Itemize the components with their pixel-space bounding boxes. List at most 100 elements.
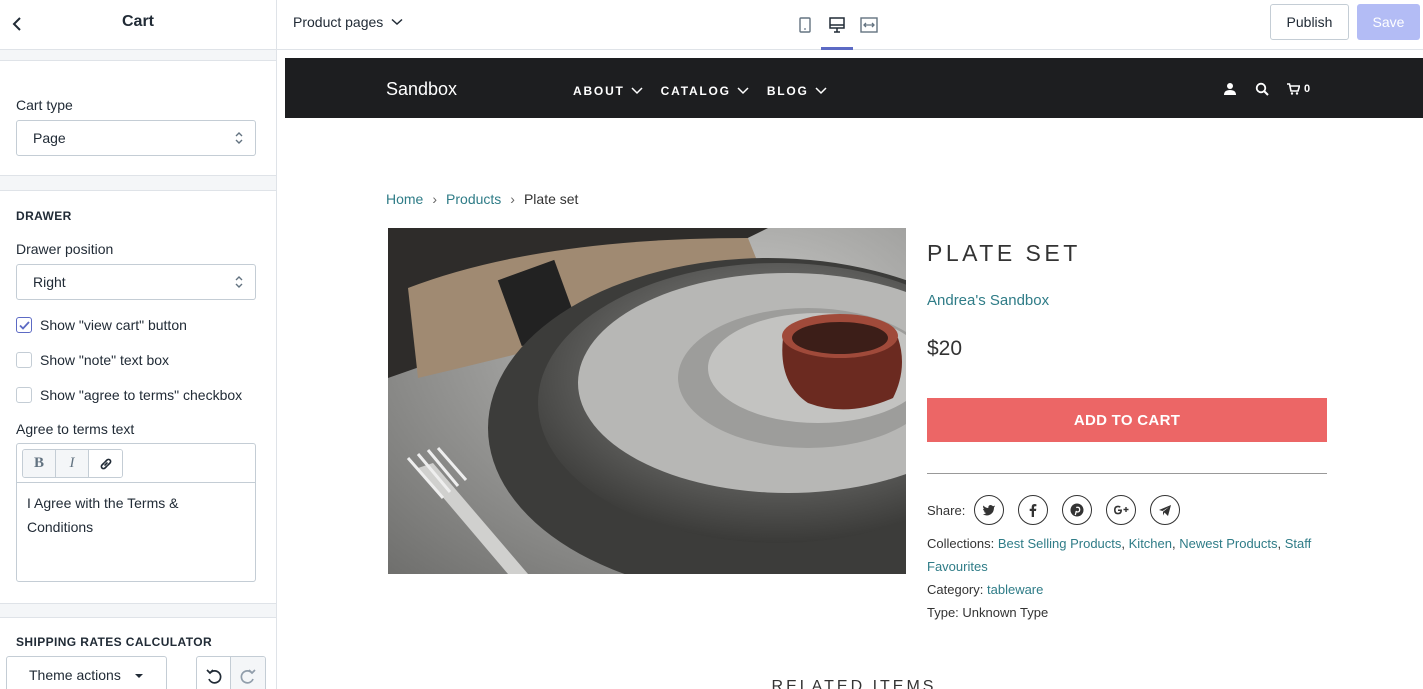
drawer-position-label: Drawer position bbox=[16, 241, 114, 257]
breadcrumb-separator-icon: › bbox=[510, 191, 515, 207]
collection-link[interactable]: Best Selling Products bbox=[998, 536, 1122, 551]
agree-terms-text-label: Agree to terms text bbox=[16, 421, 135, 437]
product-image[interactable] bbox=[388, 228, 906, 574]
undo-icon bbox=[205, 669, 221, 684]
search-icon[interactable] bbox=[1255, 82, 1269, 96]
view-cart-checkbox-row[interactable]: Show "view cart" button bbox=[16, 316, 187, 334]
drawer-heading: DRAWER bbox=[16, 209, 72, 223]
store-preview: Sandbox ABOUT CATALOG BLOG 0 Home › Prod… bbox=[285, 58, 1423, 689]
view-cart-checkbox[interactable] bbox=[16, 317, 32, 333]
note-checkbox[interactable] bbox=[16, 352, 32, 368]
agree-terms-checkbox[interactable] bbox=[16, 387, 32, 403]
breadcrumb-products[interactable]: Products bbox=[446, 191, 501, 207]
cart-type-value: Page bbox=[33, 130, 66, 146]
cart-type-select[interactable]: Page bbox=[16, 120, 256, 156]
desktop-view-button[interactable] bbox=[821, 0, 853, 50]
drawer-position-select[interactable]: Right bbox=[16, 264, 256, 300]
store-header: Sandbox ABOUT CATALOG BLOG 0 bbox=[285, 58, 1423, 118]
google-plus-icon bbox=[1114, 505, 1129, 515]
theme-editor-sidebar: Cart Cart type Page DRAWER Drawer positi… bbox=[0, 0, 277, 689]
category-link[interactable]: tableware bbox=[987, 582, 1043, 597]
device-switcher bbox=[789, 0, 885, 50]
mobile-icon bbox=[799, 17, 811, 33]
cart-icon[interactable] bbox=[1287, 83, 1300, 95]
breadcrumb: Home › Products › Plate set bbox=[386, 191, 578, 207]
agree-terms-checkbox-row[interactable]: Show "agree to terms" checkbox bbox=[16, 386, 242, 404]
sidebar-title: Cart bbox=[121, 13, 154, 30]
theme-actions-button[interactable]: Theme actions bbox=[6, 656, 167, 689]
product-collections: Collections: Best Selling Products, Kitc… bbox=[927, 536, 1312, 574]
breadcrumb-home[interactable]: Home bbox=[386, 191, 423, 207]
collection-link[interactable]: Kitchen bbox=[1129, 536, 1172, 551]
collections-label: Collections: bbox=[927, 536, 995, 551]
mobile-view-button[interactable] bbox=[789, 0, 821, 50]
product-price: $20 bbox=[927, 337, 963, 360]
chevron-down-icon bbox=[815, 87, 827, 95]
related-items-heading: RELATED ITEMS bbox=[771, 678, 937, 689]
add-to-cart-button[interactable]: ADD TO CART bbox=[927, 398, 1327, 442]
editor-topbar: Product pages Publish Save bbox=[277, 0, 1423, 50]
undo-button[interactable] bbox=[197, 657, 232, 689]
twitter-share-button[interactable] bbox=[974, 495, 1005, 525]
product-category: Category: tableware bbox=[927, 578, 1043, 601]
shipping-heading: SHIPPING RATES CALCULATOR bbox=[16, 635, 213, 649]
chevron-down-icon bbox=[391, 18, 403, 26]
product-vendor[interactable]: Andrea's Sandbox bbox=[927, 292, 1049, 309]
agree-terms-checkbox-label: Show "agree to terms" checkbox bbox=[40, 387, 243, 403]
twitter-icon bbox=[982, 505, 996, 516]
drawer-position-value: Right bbox=[33, 274, 66, 290]
menu-item-blog[interactable]: BLOG bbox=[767, 84, 827, 98]
chevron-down-icon bbox=[737, 87, 749, 95]
telegram-share-button[interactable] bbox=[1150, 495, 1181, 525]
agree-terms-editor: B I I Agree with the Terms & Conditions bbox=[16, 443, 256, 582]
page-selector-label: Product pages bbox=[293, 14, 384, 30]
theme-actions-label: Theme actions bbox=[29, 667, 121, 683]
chevron-down-icon bbox=[631, 87, 643, 95]
account-icon[interactable] bbox=[1223, 82, 1237, 96]
fullscreen-view-button[interactable] bbox=[853, 0, 885, 50]
divider bbox=[927, 473, 1327, 474]
share-label: Share: bbox=[927, 502, 966, 518]
cart-type-label: Cart type bbox=[16, 97, 73, 113]
send-icon bbox=[1159, 504, 1172, 516]
rte-toolbar: B I bbox=[17, 444, 255, 483]
cart-count[interactable]: 0 bbox=[1304, 83, 1310, 95]
redo-icon bbox=[240, 669, 256, 684]
checkmark-icon bbox=[18, 320, 30, 330]
select-caret-icon bbox=[235, 132, 243, 144]
caret-down-icon bbox=[134, 674, 143, 679]
view-cart-checkbox-label: Show "view cart" button bbox=[40, 317, 187, 333]
save-button[interactable]: Save bbox=[1357, 4, 1420, 40]
menu-item-label: CATALOG bbox=[660, 84, 731, 98]
breadcrumb-current: Plate set bbox=[523, 191, 579, 207]
google-plus-share-button[interactable] bbox=[1106, 495, 1137, 525]
share-bar: Share: bbox=[927, 495, 1194, 525]
link-button[interactable] bbox=[89, 450, 122, 477]
breadcrumb-separator-icon: › bbox=[432, 191, 438, 207]
cart-type-section: Cart type Page bbox=[0, 60, 276, 176]
note-checkbox-label: Show "note" text box bbox=[40, 352, 170, 368]
select-caret-icon bbox=[235, 276, 243, 288]
menu-item-catalog[interactable]: CATALOG bbox=[661, 84, 749, 98]
redo-button[interactable] bbox=[231, 657, 265, 689]
note-checkbox-row[interactable]: Show "note" text box bbox=[16, 351, 169, 369]
italic-button[interactable]: I bbox=[56, 450, 89, 477]
store-header-icons: 0 bbox=[1223, 82, 1310, 96]
page-selector[interactable]: Product pages bbox=[293, 14, 403, 30]
facebook-icon bbox=[1030, 504, 1037, 517]
pinterest-share-button[interactable] bbox=[1062, 495, 1093, 525]
undo-redo-group bbox=[196, 656, 266, 689]
store-logo[interactable]: Sandbox bbox=[386, 79, 457, 100]
agree-terms-textarea[interactable]: I Agree with the Terms & Conditions bbox=[17, 483, 255, 547]
sidebar-header: Cart bbox=[0, 0, 276, 50]
store-menu: ABOUT CATALOG BLOG bbox=[573, 84, 845, 98]
desktop-icon bbox=[829, 17, 845, 33]
bold-button[interactable]: B bbox=[23, 450, 56, 477]
pinterest-icon bbox=[1070, 503, 1084, 517]
collection-link[interactable]: Newest Products bbox=[1179, 536, 1277, 551]
menu-item-about[interactable]: ABOUT bbox=[573, 84, 643, 98]
menu-item-label: BLOG bbox=[766, 84, 809, 98]
publish-button[interactable]: Publish bbox=[1270, 4, 1349, 40]
facebook-share-button[interactable] bbox=[1018, 495, 1049, 525]
link-icon bbox=[100, 458, 111, 469]
